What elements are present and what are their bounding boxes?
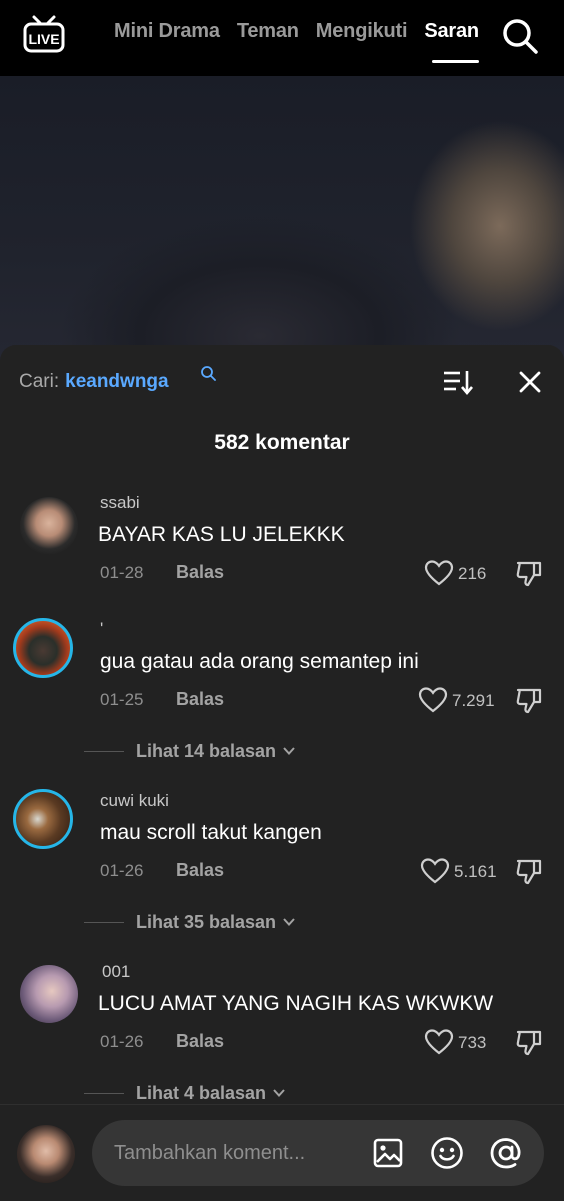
comment-username[interactable]: ssabi bbox=[100, 493, 140, 513]
tab-saran[interactable]: Saran bbox=[424, 20, 479, 63]
chevron-down-icon bbox=[283, 918, 295, 926]
dislike-icon[interactable] bbox=[514, 1028, 544, 1056]
tab-mengikuti[interactable]: Mengikuti bbox=[316, 20, 408, 50]
video-background[interactable] bbox=[0, 76, 564, 376]
heart-icon[interactable] bbox=[420, 857, 450, 885]
reply-button[interactable]: Balas bbox=[176, 562, 224, 583]
comment-text: gua gatau ada orang semantep ini bbox=[100, 650, 419, 673]
avatar[interactable] bbox=[20, 497, 78, 555]
view-replies-label: Lihat 35 balasan bbox=[136, 911, 277, 932]
replies-divider bbox=[84, 750, 124, 752]
like-count: 733 bbox=[458, 1033, 487, 1052]
dislike-icon[interactable] bbox=[514, 559, 544, 587]
comment-input-placeholder: Tambahkan koment... bbox=[114, 1142, 306, 1164]
comment-text: BAYAR KAS LU JELEKKK bbox=[98, 523, 345, 546]
like-count: 5.161 bbox=[454, 862, 497, 881]
comment-date: 01-26 bbox=[100, 861, 144, 880]
close-icon[interactable] bbox=[515, 367, 545, 397]
heart-icon[interactable] bbox=[424, 1028, 454, 1056]
comment-username[interactable]: cuwi kuki bbox=[100, 791, 169, 811]
tab-mini-drama[interactable]: Mini Drama bbox=[114, 20, 220, 50]
avatar[interactable] bbox=[13, 618, 73, 678]
mention-icon[interactable] bbox=[488, 1135, 524, 1171]
comment-date: 01-25 bbox=[100, 690, 144, 709]
heart-icon[interactable] bbox=[418, 686, 448, 714]
view-replies-label: Lihat 14 balasan bbox=[136, 740, 277, 761]
replies-divider bbox=[84, 1092, 124, 1094]
live-icon[interactable]: LIVE bbox=[22, 14, 66, 54]
avatar[interactable] bbox=[13, 789, 73, 849]
tab-teman[interactable]: Teman bbox=[237, 20, 299, 50]
like-count: 7.291 bbox=[452, 691, 495, 710]
comments-sheet: Cari: keandwnga 582 komentar ssabi BAYAR … bbox=[0, 345, 564, 1200]
comment-username[interactable]: 001 bbox=[102, 962, 130, 982]
comment-date: 01-26 bbox=[100, 1032, 144, 1051]
replies-divider bbox=[84, 921, 124, 923]
sort-icon[interactable] bbox=[440, 367, 474, 397]
reply-button[interactable]: Balas bbox=[176, 1031, 224, 1052]
heart-icon[interactable] bbox=[424, 559, 454, 587]
search-keyword[interactable]: keandwnga bbox=[65, 371, 168, 392]
chevron-down-icon bbox=[273, 1089, 285, 1097]
comment-composer: Tambahkan koment... bbox=[0, 1104, 564, 1201]
search-icon[interactable] bbox=[500, 16, 540, 56]
comment-date: 01-28 bbox=[100, 563, 144, 582]
dislike-icon[interactable] bbox=[514, 857, 544, 885]
feed-tabs: Mini Drama Teman Mengikuti Saran bbox=[114, 20, 479, 63]
comment-username[interactable]: ' bbox=[100, 619, 103, 639]
small-search-icon bbox=[201, 366, 216, 381]
comment-text: LUCU AMAT YANG NAGIH KAS WKWKW bbox=[98, 992, 494, 1015]
chevron-down-icon bbox=[283, 747, 295, 755]
view-replies[interactable]: Lihat 35 balasan bbox=[84, 912, 296, 932]
like-count: 216 bbox=[458, 564, 487, 583]
emoji-icon[interactable] bbox=[430, 1136, 464, 1170]
my-avatar[interactable] bbox=[17, 1125, 75, 1183]
reply-button[interactable]: Balas bbox=[176, 860, 224, 881]
search-prefix: Cari: bbox=[19, 371, 60, 392]
live-label: LIVE bbox=[28, 31, 59, 47]
avatar[interactable] bbox=[20, 965, 78, 1023]
dislike-icon[interactable] bbox=[514, 686, 544, 714]
comment-text: mau scroll takut kangen bbox=[100, 821, 322, 844]
comment-input[interactable]: Tambahkan koment... bbox=[92, 1120, 544, 1186]
view-replies[interactable]: Lihat 14 balasan bbox=[84, 741, 296, 761]
view-replies[interactable]: Lihat 4 balasan bbox=[84, 1083, 286, 1103]
top-navigation: LIVE Mini Drama Teman Mengikuti Saran bbox=[0, 0, 564, 76]
reply-button[interactable]: Balas bbox=[176, 689, 224, 710]
view-replies-label: Lihat 4 balasan bbox=[136, 1082, 267, 1103]
image-icon[interactable] bbox=[372, 1137, 404, 1169]
comment-count: 582 komentar bbox=[214, 431, 350, 454]
related-search[interactable]: Cari: keandwnga bbox=[19, 371, 169, 393]
